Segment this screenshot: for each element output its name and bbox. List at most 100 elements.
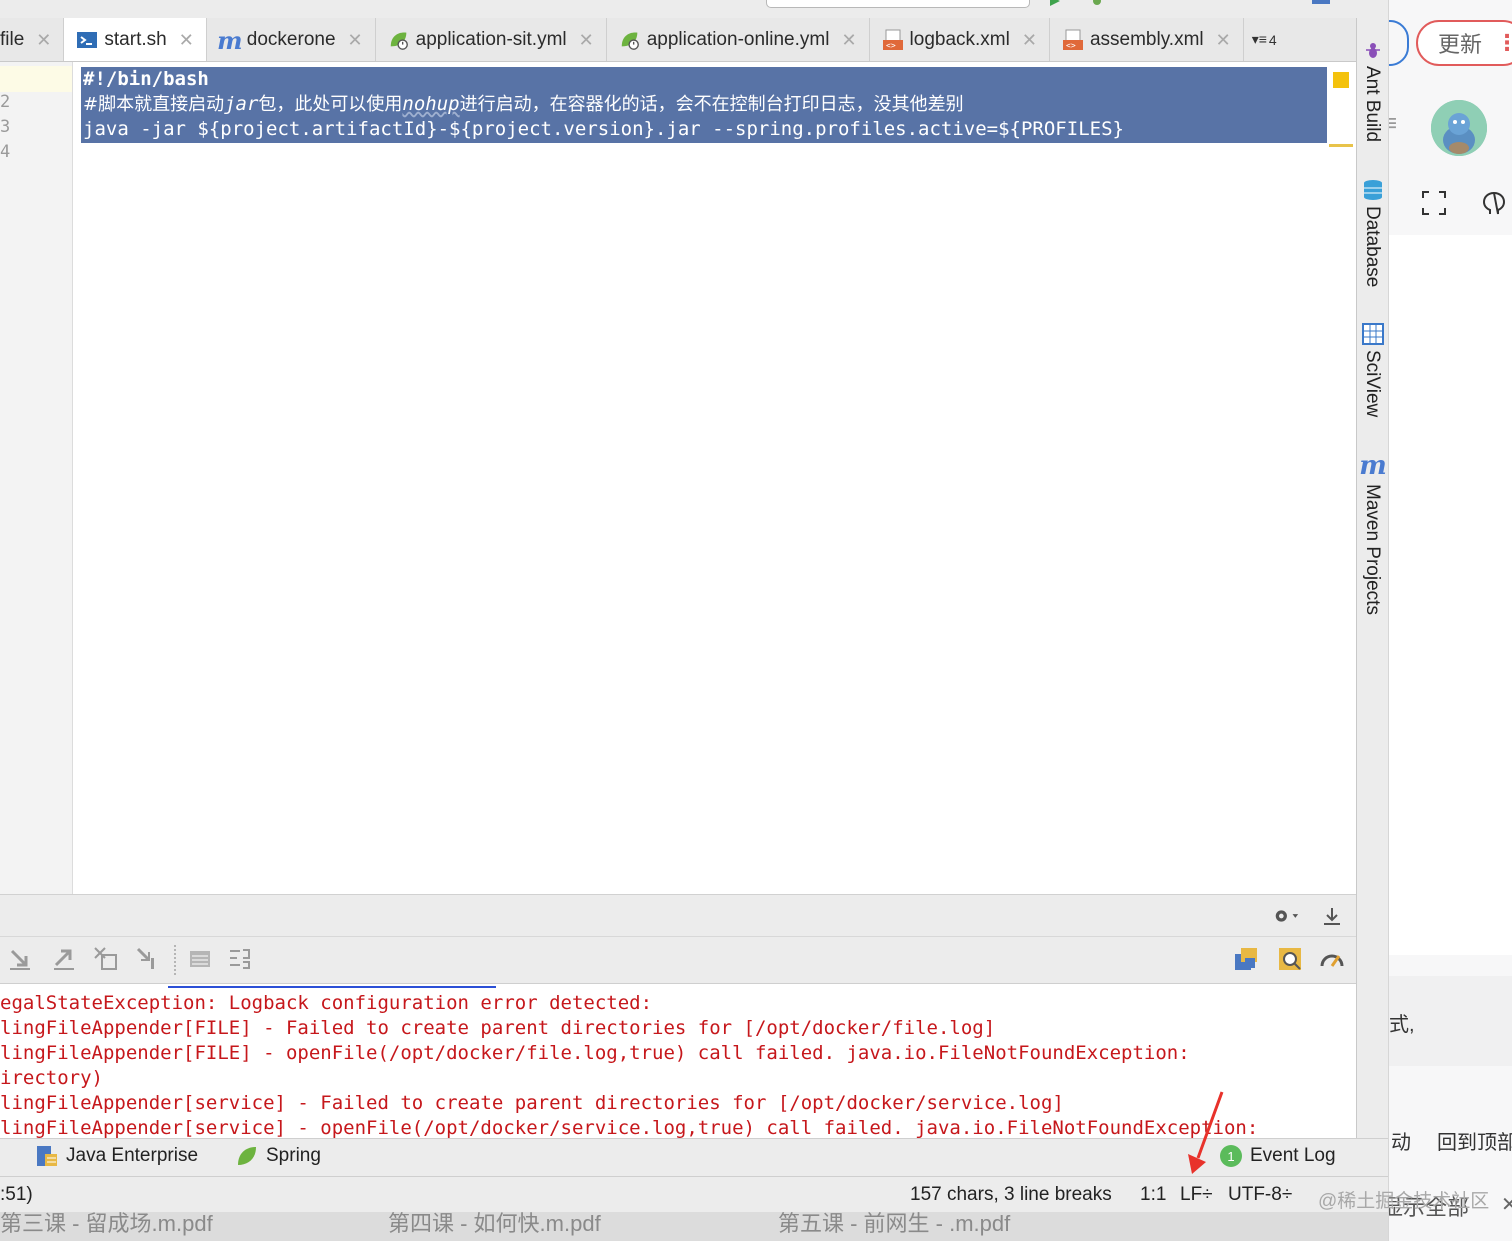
tab-java-enterprise[interactable]: Java Enterprise xyxy=(36,1145,198,1167)
console-output[interactable]: egalStateException: Logback configuratio… xyxy=(0,984,1356,1138)
toolbar-divider xyxy=(174,945,176,975)
browser-side-panel: 更新⋮ ≡ 式, 动 回到顶部 显示全部 ✕ xyxy=(1388,0,1512,1241)
close-icon[interactable]: ✕ xyxy=(36,30,51,51)
tab-label: Event Log xyxy=(1250,1145,1336,1166)
code-editor[interactable]: #!/bin/bash #脚本就直接启动jar包，此处可以使用nohup进行启动… xyxy=(73,62,1356,894)
list-icon[interactable]: ≡ xyxy=(1389,110,1397,138)
close-icon[interactable]: ✕ xyxy=(348,30,363,51)
code-comment: #脚本就直接启动 xyxy=(83,94,225,115)
code-comment: 包，此处可以使用 xyxy=(258,94,403,115)
svg-text:<>: <> xyxy=(886,41,896,50)
xml-icon: <> xyxy=(882,29,904,51)
code-line-1[interactable]: #!/bin/bash xyxy=(83,67,209,92)
scroll-position-marker xyxy=(1329,144,1353,147)
update-button[interactable]: 更新 ⋮ xyxy=(1416,20,1512,66)
char-count: 157 chars, 3 line breaks xyxy=(910,1184,1112,1205)
tab-overflow-count: 4 xyxy=(1268,31,1277,48)
tool-sciview[interactable]: SciView xyxy=(1361,350,1383,417)
background-file: 第四课 - 如何快.m.pdf xyxy=(388,1212,601,1236)
xml-icon: <> xyxy=(1062,29,1084,51)
back-to-top-link[interactable]: 回到顶部 xyxy=(1437,1126,1512,1155)
status-message[interactable]: :51) xyxy=(0,1184,33,1206)
analysis-status-marker[interactable] xyxy=(1333,72,1349,88)
tab-file[interactable]: file ✕ xyxy=(0,18,65,61)
code-line-2[interactable]: #脚本就直接启动jar包，此处可以使用nohup进行启动，在容器化的话，会不在控… xyxy=(83,92,964,117)
background-file: 第五课 - 前网生 - .m.pdf xyxy=(778,1212,1011,1236)
tab-assembly-xml[interactable]: <> assembly.xml ✕ xyxy=(1050,18,1244,61)
tab-overflow-button[interactable]: ▾≡ 4 xyxy=(1244,18,1285,61)
close-icon[interactable]: ✕ xyxy=(841,30,856,51)
side-text: 动 xyxy=(1391,1132,1411,1154)
avatar[interactable] xyxy=(1431,100,1487,156)
side-text: 式, xyxy=(1389,1014,1415,1036)
close-icon[interactable]: ✕ xyxy=(1216,30,1231,51)
console-error-line: irectory) xyxy=(0,1067,103,1089)
close-icon[interactable]: ✕ xyxy=(1022,30,1037,51)
hide-icon[interactable] xyxy=(1318,902,1346,930)
console-error-line: lingFileAppender[FILE] - Failed to creat… xyxy=(0,1017,996,1039)
profiler-icon[interactable] xyxy=(1318,945,1346,973)
line-separator-selector[interactable]: LF÷ xyxy=(1180,1184,1213,1206)
tab-application-online-yml[interactable]: application-online.yml ✕ xyxy=(607,18,870,61)
tool-maven-projects[interactable]: Maven Projects xyxy=(1361,484,1383,615)
background-file-list: 第三课 - 留成场.m.pdf 第四课 - 如何快.m.pdf 第五课 - 前网… xyxy=(0,1212,1388,1241)
spring-config-icon xyxy=(619,29,641,51)
spring-config-icon xyxy=(388,29,410,51)
tab-label: Java Enterprise xyxy=(66,1145,199,1166)
close-icon[interactable]: ✕ xyxy=(579,30,594,51)
encoding-selector[interactable]: UTF-8÷ xyxy=(1228,1184,1292,1206)
tab-logback-xml[interactable]: <> logback.xml ✕ xyxy=(870,18,1050,61)
tab-dockerone[interactable]: m dockerone ✕ xyxy=(207,18,376,61)
gear-icon[interactable] xyxy=(1272,902,1300,930)
code-line-3[interactable]: java -jar ${project.artifactId}-${projec… xyxy=(83,117,1124,142)
print-icon[interactable] xyxy=(186,945,214,973)
java-enterprise-icon xyxy=(37,1146,57,1166)
deploy-icon[interactable] xyxy=(1232,945,1260,973)
chevron-down-icon: ▾≡ xyxy=(1251,31,1267,47)
layout-icon[interactable] xyxy=(1310,0,1332,6)
fullscreen-icon[interactable] xyxy=(1421,190,1447,221)
code-comment: jar xyxy=(224,93,259,115)
tool-window-header xyxy=(0,894,1356,936)
content-card xyxy=(1389,235,1512,955)
tab-spring[interactable]: Spring xyxy=(236,1145,321,1167)
soft-wrap-icon[interactable] xyxy=(226,945,254,973)
follow-button-edge[interactable] xyxy=(1389,20,1409,66)
code-comment: nohup xyxy=(402,93,460,115)
caret-position[interactable]: 1:1 xyxy=(1140,1184,1166,1206)
code-comment: 进行启动，在容器化的话，会不在控制台打印日志，没其他差别 xyxy=(459,94,964,115)
line-number-gutter: 1 2 3 4 xyxy=(0,62,73,894)
filter-icon[interactable] xyxy=(134,945,162,973)
clear-icon[interactable] xyxy=(92,945,120,973)
update-label: 更新 xyxy=(1438,32,1483,57)
tab-label: file xyxy=(0,29,25,50)
tab-label: dockerone xyxy=(246,29,336,50)
line-number: 4 xyxy=(0,142,11,162)
tab-label: assembly.xml xyxy=(1089,29,1204,50)
tab-start-sh[interactable]: start.sh ✕ xyxy=(64,18,207,61)
tool-ant-build[interactable]: Ant Build xyxy=(1361,66,1383,142)
spring-leaf-icon xyxy=(238,1147,256,1165)
scroll-to-end-icon[interactable] xyxy=(6,945,34,973)
tool-database[interactable]: Database xyxy=(1361,206,1383,287)
line-number: 2 xyxy=(0,92,11,112)
tab-application-sit-yml[interactable]: application-sit.yml ✕ xyxy=(376,18,607,61)
github-icon[interactable] xyxy=(1481,190,1507,221)
close-icon[interactable]: ✕ xyxy=(1501,1192,1512,1217)
tab-event-log[interactable]: 1 Event Log xyxy=(1220,1145,1336,1167)
editor-tab-bar: file ✕ start.sh ✕ m dockerone ✕ applicat… xyxy=(0,18,1356,62)
tab-label: application-online.yml xyxy=(646,29,830,50)
toolbar-strip xyxy=(0,0,1388,18)
inspect-icon[interactable] xyxy=(1276,945,1304,973)
export-icon[interactable] xyxy=(50,945,78,973)
run-config-selector[interactable] xyxy=(766,0,1030,8)
line-number: 3 xyxy=(0,117,11,137)
close-icon[interactable]: ✕ xyxy=(179,30,194,51)
console-error-line: lingFileAppender[FILE] - openFile(/opt/d… xyxy=(0,1042,1190,1064)
run-icon[interactable] xyxy=(1048,0,1062,6)
database-icon xyxy=(1361,178,1385,202)
debug-icon[interactable] xyxy=(1090,0,1104,6)
svg-text:<>: <> xyxy=(1066,41,1076,50)
tab-label: Spring xyxy=(266,1145,321,1166)
tab-label: start.sh xyxy=(104,29,167,50)
